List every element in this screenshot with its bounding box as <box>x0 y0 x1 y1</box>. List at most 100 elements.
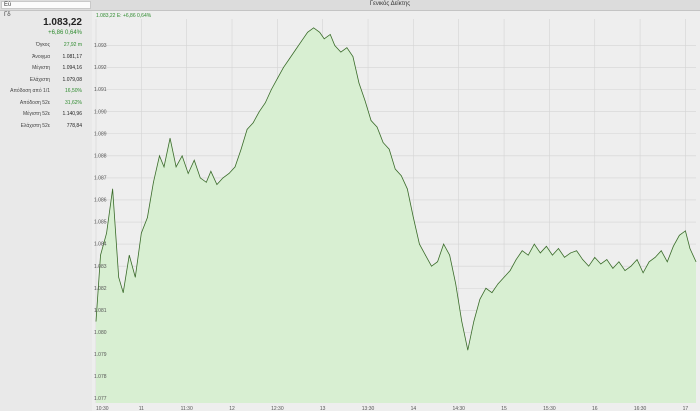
data-point <box>334 45 336 46</box>
data-point <box>376 126 378 128</box>
data-point <box>271 89 272 90</box>
data-point <box>594 257 596 258</box>
data-point <box>479 298 481 300</box>
data-point <box>407 188 408 190</box>
stat-value: 31,62% <box>65 99 82 106</box>
data-point <box>193 159 195 161</box>
data-point <box>394 168 396 170</box>
data-point <box>533 243 535 245</box>
data-point <box>443 243 444 245</box>
data-point <box>558 248 559 249</box>
symbol-search-input[interactable]: Εύ <box>1 1 91 9</box>
stat-row-ytd-return: Απόδοση από 1/1 16,50% <box>0 86 92 98</box>
data-point <box>313 27 314 29</box>
data-point <box>461 321 463 322</box>
data-point <box>431 265 432 267</box>
data-point <box>289 58 290 60</box>
x-tick-label: 11 <box>139 406 144 411</box>
data-point <box>153 182 154 183</box>
quote-panel: Γδ 1.083,22 +6,86 0,64% Όγκος 27,92 m Άν… <box>0 11 92 411</box>
data-point <box>277 78 278 79</box>
data-point <box>240 148 242 150</box>
x-tick-label: 11:30 <box>181 406 193 411</box>
y-tick-label: 1.091 <box>94 87 107 93</box>
stat-value: 778,84 <box>66 122 82 129</box>
data-point <box>206 182 207 183</box>
data-point <box>252 122 254 124</box>
y-tick-label: 1.079 <box>94 352 107 358</box>
stat-row-low: Ελάχιστη 1.079,08 <box>0 75 92 87</box>
data-point <box>685 230 686 232</box>
x-tick-label: 16 <box>592 406 598 411</box>
price-chart-svg[interactable]: 1.077 1.078 1.079 1.080 1.081 1.082 1.083 1.084… <box>92 11 700 411</box>
data-point <box>358 82 360 84</box>
data-point <box>425 254 426 256</box>
data-point <box>175 166 177 168</box>
data-point <box>540 252 541 254</box>
y-tick-label: 1.080 <box>94 330 107 336</box>
data-point <box>413 217 414 218</box>
data-point <box>118 276 119 278</box>
data-point <box>364 100 366 101</box>
data-point <box>564 257 565 258</box>
y-tick-label: 1.081 <box>94 308 107 314</box>
y-tick-label: 1.087 <box>94 175 107 181</box>
data-point <box>216 184 218 185</box>
data-point <box>660 250 662 252</box>
stat-value: 1.140,96 <box>62 111 82 117</box>
data-point <box>169 137 171 139</box>
data-point <box>95 321 97 322</box>
x-tick-label: 13:30 <box>362 406 375 411</box>
data-point <box>491 292 493 293</box>
x-tick-label: 15 <box>501 406 507 411</box>
data-point <box>618 261 620 263</box>
y-tick-label: 1.089 <box>94 131 107 137</box>
data-point <box>400 175 402 176</box>
stat-label: Μέγιστη <box>32 65 50 71</box>
x-tick-label: 14 <box>411 406 417 411</box>
data-point <box>473 321 475 322</box>
data-point <box>527 254 529 256</box>
data-point <box>283 67 284 68</box>
data-point <box>128 254 130 256</box>
data-point <box>100 254 101 256</box>
data-point <box>234 166 236 168</box>
data-point <box>654 257 656 258</box>
ticker-symbol: Γδ <box>4 12 11 18</box>
y-tick-label: 1.092 <box>94 65 107 71</box>
data-point <box>449 254 450 256</box>
data-point <box>666 261 668 263</box>
stat-value: 1.094,16 <box>62 65 82 71</box>
stat-value: 16,50% <box>65 88 82 94</box>
data-point <box>588 265 589 267</box>
y-tick-label: 1.085 <box>94 220 107 226</box>
data-point <box>648 261 650 263</box>
data-point <box>228 173 230 174</box>
x-tick-label: 16:30 <box>634 406 647 411</box>
x-tick-label: 10:30 <box>96 406 109 411</box>
data-point <box>159 155 160 157</box>
y-tick-label: 1.088 <box>94 153 107 159</box>
data-point <box>246 129 248 130</box>
stat-label: Ελάχιστη <box>29 76 50 83</box>
stat-row-open: Άνοιγμα 1.081,17 <box>0 52 92 64</box>
data-point <box>606 259 608 260</box>
data-point <box>295 49 296 51</box>
stat-row-volume: Όγκος 27,92 m <box>0 40 92 52</box>
data-point <box>437 261 438 263</box>
data-point <box>258 111 260 112</box>
data-point <box>695 261 697 263</box>
area-layer <box>95 27 697 404</box>
x-tick-label: 17 <box>683 406 689 411</box>
area-fill <box>96 27 696 404</box>
data-point <box>503 276 505 278</box>
data-point <box>329 34 331 35</box>
stat-value: 1.079,08 <box>62 76 82 83</box>
data-point <box>370 120 372 121</box>
chart-header-label: 1.083,22 Ε: +6,86 0,64% <box>96 13 152 19</box>
data-point <box>307 31 308 33</box>
price-chart[interactable]: 1.077 1.078 1.079 1.080 1.081 1.082 1.083 1.084… <box>92 11 700 411</box>
data-point <box>141 232 142 234</box>
data-point <box>689 248 691 249</box>
data-point <box>636 259 638 260</box>
